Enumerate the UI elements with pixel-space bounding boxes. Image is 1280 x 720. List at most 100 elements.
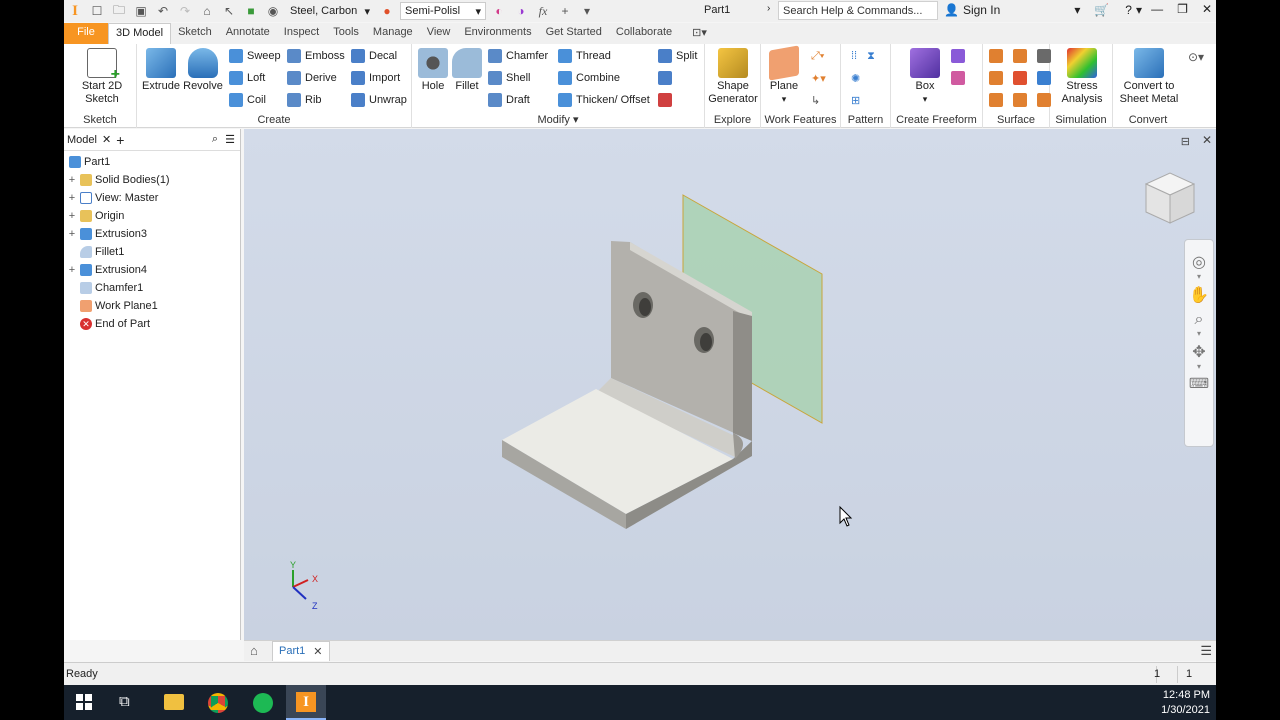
taskbar-inventor-app[interactable]: I [286,685,326,720]
tree-item-extrusion3[interactable]: + Extrusion3 [64,225,240,243]
tab-environments[interactable]: Environments [457,23,538,44]
coil-button[interactable]: Coil [229,91,266,109]
shell-button[interactable]: Shell [488,69,530,87]
menu-icon[interactable]: ☰ [225,133,235,146]
minimize-icon[interactable]: — [1151,2,1163,16]
open-file-icon[interactable]: 🗀 [111,3,127,19]
convert-sheet-metal-button[interactable]: Convert to Sheet Metal [1117,48,1181,106]
combine-button[interactable]: Combine [558,69,620,87]
home-icon[interactable]: ⌂ [250,643,258,658]
tab-view[interactable]: View [420,23,458,44]
axis-button[interactable]: ⤢▾ [811,47,824,65]
import-button[interactable]: Import [351,69,400,87]
add-browser-icon[interactable]: + [116,132,124,148]
task-view-icon[interactable]: ⧉ [119,693,130,710]
cart-icon[interactable]: 🛒 [1094,3,1109,17]
edit-form-button[interactable] [951,47,965,65]
dropdown-icon[interactable]: ▾ [1185,362,1213,371]
loft-button[interactable]: Loft [229,69,265,87]
split-button[interactable]: Split [658,47,697,65]
ucs-button[interactable]: ↳ [811,91,820,109]
document-tab-part1[interactable]: Part1 ✕ [272,641,330,661]
restore-icon[interactable]: ❐ [1177,2,1188,16]
rib-button[interactable]: Rib [287,91,322,109]
tab-tools[interactable]: Tools [326,23,366,44]
start-sketch-button[interactable]: + Start 2D Sketch [72,48,132,106]
chamfer-button[interactable]: Chamfer [488,47,548,65]
ribbon-options-icon[interactable]: ⊙▾ [1188,50,1204,64]
tree-item-work-plane1[interactable]: Work Plane1 [64,297,240,315]
dropdown-icon[interactable]: ▾ [1185,329,1213,338]
help-icon[interactable]: ? [1125,3,1132,17]
panel-options-icon[interactable]: ⊡▾ [685,23,714,44]
tab-model[interactable]: Model [67,134,97,146]
redo-icon[interactable]: ↷ [177,3,193,19]
tab-manage[interactable]: Manage [366,23,420,44]
new-file-icon[interactable]: ☐ [89,3,105,19]
inventor-logo-icon[interactable]: I [67,3,83,19]
windows-start-icon[interactable] [76,694,92,710]
sculpt-button[interactable] [989,69,1051,87]
adjust-icon[interactable]: ◑ [513,3,529,19]
extrude-button[interactable]: Extrude [141,48,181,93]
expand-icon[interactable]: + [67,210,77,222]
rectangular-pattern-button[interactable]: ⁞⁞ ⧗ [851,47,875,65]
expand-icon[interactable]: + [67,228,77,240]
stitch-button[interactable] [989,47,1051,65]
search-icon[interactable]: ⌕ [212,133,218,146]
appearance-select[interactable]: Semi-Polisl ▾ [400,2,486,20]
system-clock[interactable]: 12:48 PM 1/30/2021 [1161,688,1210,718]
clear-appearance-icon[interactable]: ◐ [491,3,507,19]
tree-item-chamfer1[interactable]: Chamfer1 [64,279,240,297]
close-icon[interactable]: ✕ [102,133,111,146]
draft-button[interactable]: Draft [488,91,530,109]
tab-file[interactable]: File [64,23,108,44]
close-icon[interactable]: ✕ [313,645,322,658]
expand-icon[interactable]: + [67,192,77,204]
ruled-surface-button[interactable] [989,91,1051,109]
zoom-icon[interactable]: ⌕ [1185,311,1213,329]
material-select[interactable]: Steel, Carbon ▾ [286,2,374,20]
revolve-button[interactable]: Revolve [181,48,225,93]
fx-icon[interactable]: fx [535,3,551,19]
chrome-icon[interactable] [208,693,228,713]
steering-wheel-icon[interactable]: ◎ [1185,252,1213,272]
tree-item-view[interactable]: + View: Master [64,189,240,207]
tree-item-origin[interactable]: + Origin [64,207,240,225]
tree-item-extrusion4[interactable]: + Extrusion4 [64,261,240,279]
look-at-icon[interactable]: ⌨ [1185,375,1213,392]
direct-edit-button[interactable] [658,69,672,87]
search-input[interactable]: Search Help & Commands... [778,1,938,20]
group-label[interactable]: Modify ▾ [412,113,704,126]
graphics-viewport[interactable]: ⊟ ✕ Y X Z ◎ ▾ ✋ ⌕ ▾ ✥ ▾ ⌨ [244,129,1216,640]
tab-get-started[interactable]: Get Started [539,23,609,44]
point-button[interactable]: ✦▾ [811,69,826,87]
sign-in-button[interactable]: 👤 Sign In ▾ 🛒? ▾ [944,3,1142,17]
emboss-button[interactable]: Emboss [287,47,345,65]
tab-annotate[interactable]: Annotate [219,23,277,44]
tree-item-solid-bodies[interactable]: + Solid Bodies(1) [64,171,240,189]
menu-icon[interactable]: ☰ [1200,643,1212,659]
close-icon[interactable]: ✕ [1202,2,1212,16]
select-icon[interactable]: ↖ [221,3,237,19]
plane-button[interactable]: Plane ▾ [765,45,803,106]
tree-item-fillet1[interactable]: Fillet1 [64,243,240,261]
pan-hand-icon[interactable]: ✋ [1185,285,1213,305]
dropdown-icon[interactable]: ▾ [1185,272,1213,281]
tab-3d-model[interactable]: 3D Model [108,23,172,44]
derive-button[interactable]: Derive [287,69,337,87]
sketch-pattern-button[interactable]: ⊞ [851,91,860,109]
shape-generator-button[interactable]: Shape Generator [707,48,759,106]
decal-button[interactable]: Decal [351,47,397,65]
tree-item-end-of-part[interactable]: ✕ End of Part [64,315,240,333]
orbit-icon[interactable]: ✥ [1185,342,1213,362]
thread-button[interactable]: Thread [558,47,611,65]
box-button[interactable]: Box ▾ [905,48,945,106]
circular-pattern-button[interactable]: ✺ [851,69,860,87]
delete-face-button[interactable] [658,91,672,109]
tab-sketch[interactable]: Sketch [171,23,219,44]
mirror-icon[interactable]: ⧗ [867,50,875,63]
thicken-offset-button[interactable]: Thicken/ Offset [558,91,650,109]
undo-icon[interactable]: ↶ [155,3,171,19]
unwrap-button[interactable]: Unwrap [351,91,407,109]
